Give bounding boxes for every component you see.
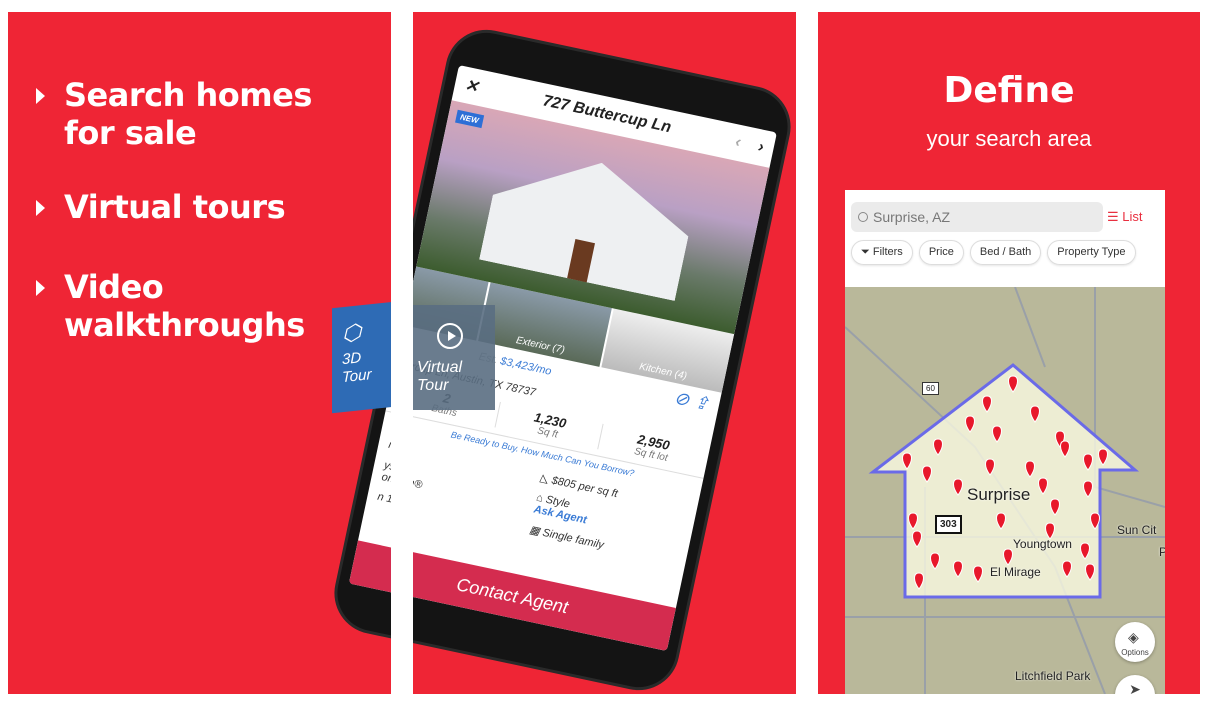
new-badge: NEW bbox=[455, 109, 484, 129]
list-icon: ☰ bbox=[1107, 209, 1123, 224]
play-icon bbox=[437, 323, 463, 349]
panel-subtitle: your search area bbox=[926, 126, 1092, 151]
hide-icon[interactable]: ⊘ bbox=[672, 387, 691, 410]
panel-title: Define bbox=[943, 70, 1075, 111]
cube-icon: ⬡ bbox=[342, 319, 362, 347]
prev-listing-button[interactable]: ‹ bbox=[734, 133, 743, 151]
close-button[interactable]: ✕ bbox=[463, 75, 480, 97]
virtual-tour-card[interactable]: Virtual Tour bbox=[413, 305, 495, 410]
share-icon[interactable]: ⇪ bbox=[692, 392, 711, 415]
next-listing-button[interactable]: › bbox=[757, 138, 766, 156]
search-input[interactable]: Surprise, AZ bbox=[851, 202, 1103, 232]
list-button[interactable]: ☰ List bbox=[1107, 209, 1143, 225]
navigation-arrow-icon: ➤ bbox=[1129, 681, 1141, 694]
map-label-p: P bbox=[1159, 545, 1165, 559]
map-screen: Surprise, AZ ☰ List ⏷ Filters Price Bed … bbox=[845, 190, 1165, 694]
map-label-litchfield-park: Litchfield Park bbox=[1015, 669, 1091, 683]
map-label-surprise: Surprise bbox=[967, 485, 1031, 504]
bed-bath-chip[interactable]: Bed / Bath bbox=[969, 240, 1042, 265]
map-label-youngtown: Youngtown bbox=[1013, 537, 1072, 551]
price-chip[interactable]: Price bbox=[918, 240, 964, 265]
3d-tour-card[interactable]: ⬡ 3D Tour bbox=[332, 301, 394, 414]
layers-icon: ◈ bbox=[1128, 629, 1139, 645]
map-view[interactable]: Surprise Youngtown El Mirage Sun Cit Lit… bbox=[845, 286, 1165, 694]
property-type-chip[interactable]: Property Type bbox=[1047, 240, 1136, 265]
bullet-video-walkthroughs: Video walkthroughs bbox=[36, 268, 305, 344]
bullet-virtual-tours: Virtual tours bbox=[36, 188, 286, 226]
filters-chip[interactable]: ⏷ Filters bbox=[851, 240, 913, 265]
loop-303-shield: 303 bbox=[935, 515, 962, 534]
map-label-el-mirage: El Mirage bbox=[990, 565, 1041, 579]
filter-icon: ⏷ bbox=[861, 246, 873, 258]
est-payment-link[interactable]: $3,423/mo bbox=[499, 355, 552, 378]
promo-panel-map: Define your search area Surprise, AZ ☰ L… bbox=[818, 12, 1200, 694]
options-button[interactable]: ◈ Options bbox=[1115, 622, 1155, 662]
map-label-sun-city: Sun Cit bbox=[1117, 523, 1157, 537]
bullet-search-homes: Search homes for sale bbox=[36, 76, 312, 152]
highway-60-shield: 60 bbox=[922, 382, 939, 395]
